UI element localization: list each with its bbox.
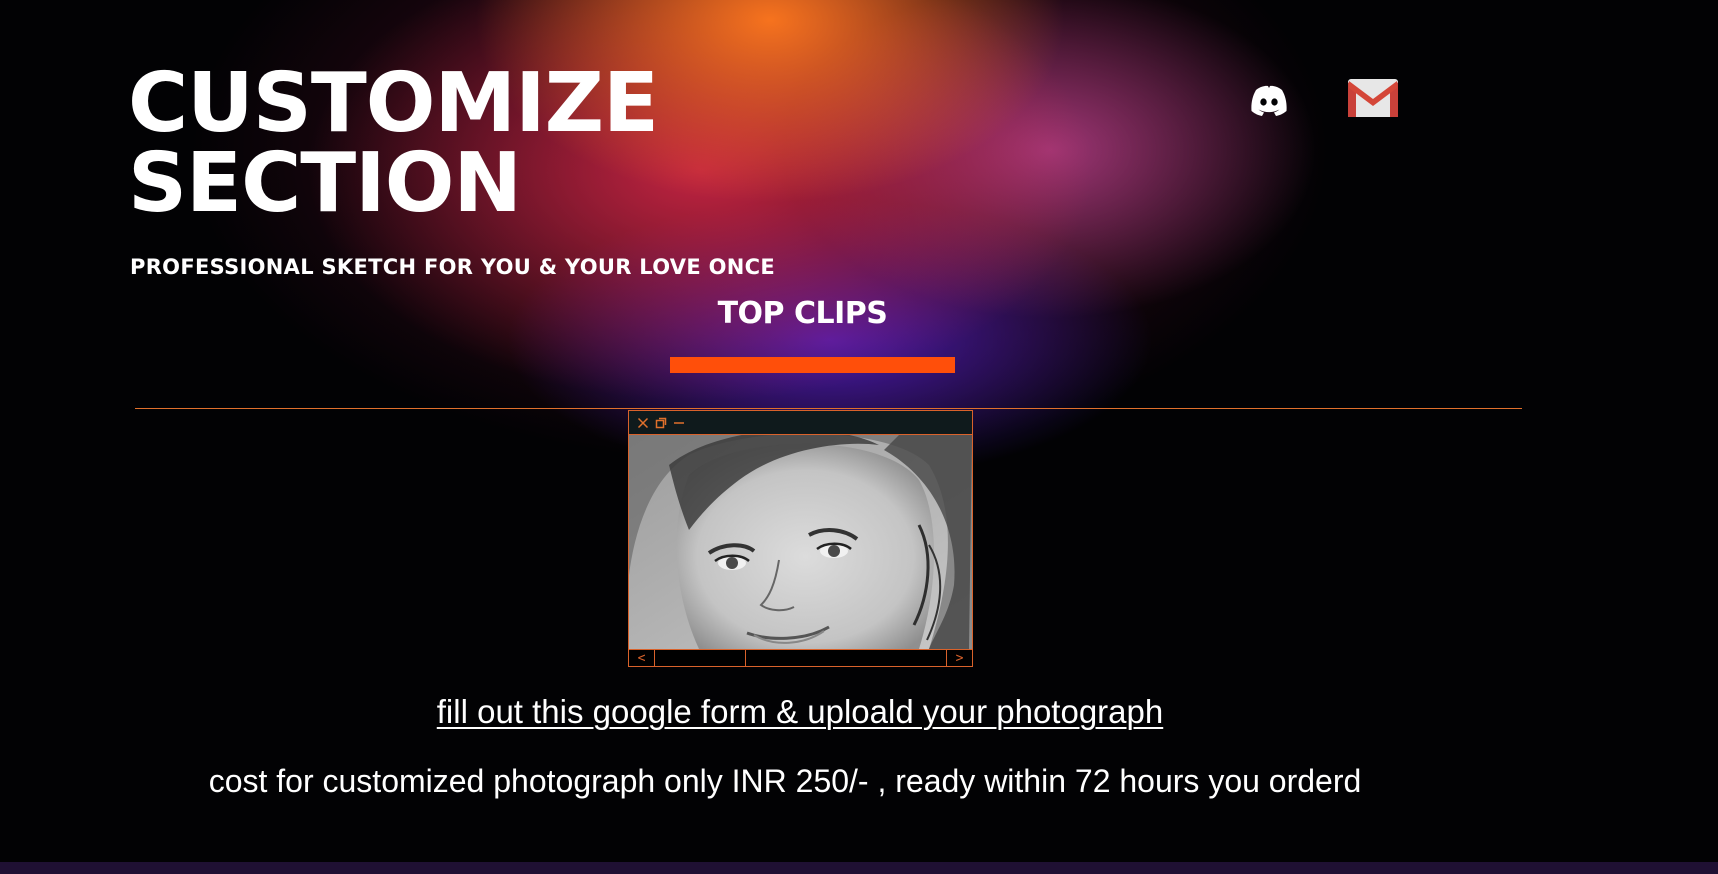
gmail-icon <box>1348 79 1398 117</box>
clip-viewer-titlebar <box>629 411 972 435</box>
clip-progress-segment <box>655 650 746 666</box>
clip-viewer-navbar: < > <box>629 649 972 666</box>
previous-clip-button[interactable]: < <box>629 650 655 666</box>
discord-link[interactable] <box>1247 78 1291 122</box>
clip-progress-track[interactable] <box>655 650 946 666</box>
top-clips-heading: TOP CLIPS <box>717 296 888 331</box>
footer-band <box>0 862 1718 874</box>
cost-description: cost for customized photograph only INR … <box>208 763 1362 799</box>
discord-icon <box>1251 85 1287 116</box>
section-divider <box>135 408 1522 409</box>
minimize-icon[interactable] <box>672 416 686 430</box>
heading-underline-bar <box>670 357 955 373</box>
next-clip-button[interactable]: > <box>946 650 972 666</box>
sketch-portrait-image <box>629 435 972 649</box>
page-subtitle: PROFESSIONAL SKETCH FOR YOU & YOUR LOVE … <box>130 255 775 279</box>
gmail-link[interactable] <box>1347 78 1398 122</box>
close-icon[interactable] <box>636 416 650 430</box>
google-form-link[interactable]: fill out this google form & uploald your… <box>300 693 1300 731</box>
clip-viewer-window: < > <box>628 410 973 667</box>
page-title-line1: CUSTOMIZE <box>128 56 659 151</box>
page-title: CUSTOMIZE SECTION <box>128 56 659 231</box>
page-title-line2: SECTION <box>128 136 522 231</box>
restore-icon[interactable] <box>654 416 668 430</box>
